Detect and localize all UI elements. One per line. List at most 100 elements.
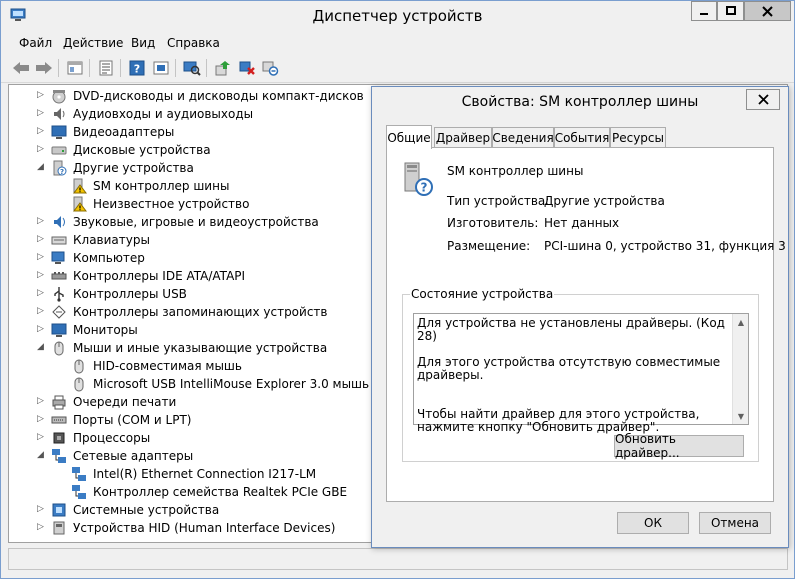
tree-category[interactable]: ▷ Контроллеры запоминающих устройств xyxy=(9,303,369,321)
tree-category[interactable]: ▷ Системные устройства xyxy=(9,501,369,519)
tree-item-label: Microsoft USB IntelliMouse Explorer 3.0 … xyxy=(93,377,370,391)
dialog-close-button[interactable] xyxy=(746,89,780,110)
system-device-icon xyxy=(52,503,66,517)
tab-driver[interactable]: Драйвер xyxy=(434,127,492,147)
tree-category[interactable]: ◢ Сетевые адаптеры xyxy=(9,447,369,465)
tree-category[interactable]: ▷ Процессоры xyxy=(9,429,369,447)
tree-category[interactable]: ▷ Компьютер xyxy=(9,249,369,267)
expand-arrow-icon[interactable]: ▷ xyxy=(37,504,45,514)
ok-button[interactable]: ОК xyxy=(617,512,689,534)
window-title: Диспетчер устройств xyxy=(312,7,483,25)
back-button[interactable] xyxy=(10,58,32,78)
expand-arrow-icon[interactable]: ▷ xyxy=(37,414,45,424)
tree-category[interactable]: ▷ Звуковые, игровые и видеоустройства xyxy=(9,213,369,231)
tree-item-label: Мониторы xyxy=(73,323,138,337)
tree-category[interactable]: ▷ Контроллеры IDE ATA/ATAPI xyxy=(9,267,369,285)
tree-item-label: DVD-дисководы и дисководы компакт-дисков xyxy=(73,89,364,103)
collapse-arrow-icon[interactable]: ◢ xyxy=(37,342,45,352)
tree-device[interactable]: SM контроллер шины xyxy=(9,177,369,195)
device-manager-window: Диспетчер устройств Файл Действие Вид Сп… xyxy=(0,0,795,579)
tree-category[interactable]: ▷ DVD-дисководы и дисководы компакт-диско… xyxy=(9,87,369,105)
help-button[interactable]: ? xyxy=(126,58,148,78)
collapse-arrow-icon[interactable]: ◢ xyxy=(37,450,45,460)
tree-item-label: Системные устройства xyxy=(73,503,220,517)
expand-arrow-icon[interactable]: ▷ xyxy=(37,432,45,442)
properties-pane-button[interactable] xyxy=(64,58,86,78)
scan-hardware-button[interactable] xyxy=(181,58,203,78)
tab-resources[interactable]: Ресурсы xyxy=(610,127,666,147)
tree-category[interactable]: ▷ Клавиатуры xyxy=(9,231,369,249)
scroll-up-icon[interactable]: ▲ xyxy=(733,314,749,330)
title-bar[interactable]: Диспетчер устройств xyxy=(1,1,794,31)
collapse-arrow-icon[interactable]: ◢ xyxy=(37,162,45,172)
expand-arrow-icon[interactable]: ▷ xyxy=(37,126,45,136)
maximize-button[interactable] xyxy=(717,1,744,21)
expand-arrow-icon[interactable]: ▷ xyxy=(37,234,45,244)
tab-events[interactable]: События xyxy=(554,127,610,147)
refresh-view-icon xyxy=(153,61,169,75)
properties-button[interactable] xyxy=(95,58,117,78)
tree-item-label: Видеоадаптеры xyxy=(73,125,175,139)
expand-arrow-icon[interactable]: ▷ xyxy=(37,144,45,154)
back-icon xyxy=(13,62,29,74)
tree-category[interactable]: ▷ Порты (COM и LPT) xyxy=(9,411,369,429)
menu-help[interactable]: Справка xyxy=(167,36,220,50)
update-driver-dialog-button[interactable]: Обновить драйвер... xyxy=(614,432,744,460)
tree-category[interactable]: ▷ Мониторы xyxy=(9,321,369,339)
tree-device[interactable]: Intel(R) Ethernet Connection I217-LM xyxy=(9,465,369,483)
status-bar xyxy=(8,548,788,570)
tab-general[interactable]: Общие xyxy=(386,125,432,149)
tree-category[interactable]: ◢? Другие устройства xyxy=(9,159,369,177)
ide-controller-icon xyxy=(51,272,67,280)
update-driver-button[interactable] xyxy=(212,58,234,78)
tree-item-label: Другие устройства xyxy=(73,161,194,175)
network-adapter-icon xyxy=(72,485,86,499)
tree-device[interactable]: Microsoft USB IntelliMouse Explorer 3.0 … xyxy=(9,375,369,393)
dvd-drive-icon xyxy=(52,90,66,104)
tree-item-label: Контроллеры USB xyxy=(73,287,187,301)
tree-category[interactable]: ▷ Дисковые устройства xyxy=(9,141,369,159)
expand-arrow-icon[interactable]: ▷ xyxy=(37,90,45,100)
mouse-icon xyxy=(74,377,84,392)
tree-device[interactable]: HID-совместимая мышь xyxy=(9,357,369,375)
scroll-down-icon[interactable]: ▼ xyxy=(733,408,749,424)
menu-file[interactable]: Файл xyxy=(19,36,52,50)
tree-category[interactable]: ▷ Устройства HID (Human Interface Devices… xyxy=(9,519,369,537)
refresh-view-button[interactable] xyxy=(150,58,172,78)
expand-arrow-icon[interactable]: ▷ xyxy=(37,252,45,262)
computer-icon xyxy=(51,251,65,264)
tree-category[interactable]: ◢ Мыши и иные указывающие устройства xyxy=(9,339,369,357)
expand-arrow-icon[interactable]: ▷ xyxy=(37,288,45,298)
tree-category[interactable]: ▷ Очереди печати xyxy=(9,393,369,411)
disable-button[interactable] xyxy=(259,58,281,78)
status-scrollbar[interactable]: ▲ ▼ xyxy=(732,314,748,424)
tab-details[interactable]: Сведения xyxy=(492,127,554,147)
menu-action[interactable]: Действие xyxy=(63,36,123,50)
device-status-text: Для устройства не установлены драйверы. … xyxy=(417,317,729,447)
svg-text:?: ? xyxy=(60,168,64,176)
cancel-button[interactable]: Отмена xyxy=(699,512,771,534)
tree-device[interactable]: Контроллер семейства Realtek PCIe GBE xyxy=(9,483,369,501)
tree-category[interactable]: ▷ Аудиовходы и аудиовыходы xyxy=(9,105,369,123)
tree-category[interactable]: ▷ Контроллеры USB xyxy=(9,285,369,303)
expand-arrow-icon[interactable]: ▷ xyxy=(37,216,45,226)
tree-device[interactable]: Неизвестное устройство xyxy=(9,195,369,213)
expand-arrow-icon[interactable]: ▷ xyxy=(37,108,45,118)
close-button[interactable] xyxy=(744,1,791,21)
usb-icon xyxy=(54,287,64,302)
unknown-device-icon: ? xyxy=(404,162,433,196)
tree-item-label: SM контроллер шины xyxy=(93,179,230,193)
menu-view[interactable]: Вид xyxy=(131,36,155,50)
device-status-textbox[interactable]: Для устройства не установлены драйверы. … xyxy=(413,313,749,434)
uninstall-button[interactable] xyxy=(236,58,258,78)
tree-item-label: Порты (COM и LPT) xyxy=(73,413,192,427)
expand-arrow-icon[interactable]: ▷ xyxy=(37,270,45,280)
minimize-button[interactable] xyxy=(691,1,717,21)
expand-arrow-icon[interactable]: ▷ xyxy=(37,396,45,406)
expand-arrow-icon[interactable]: ▷ xyxy=(37,306,45,316)
forward-button[interactable] xyxy=(33,58,55,78)
expand-arrow-icon[interactable]: ▷ xyxy=(37,522,45,532)
expand-arrow-icon[interactable]: ▷ xyxy=(37,324,45,334)
tree-item-label: Сетевые адаптеры xyxy=(73,449,194,463)
tree-category[interactable]: ▷ Видеоадаптеры xyxy=(9,123,369,141)
